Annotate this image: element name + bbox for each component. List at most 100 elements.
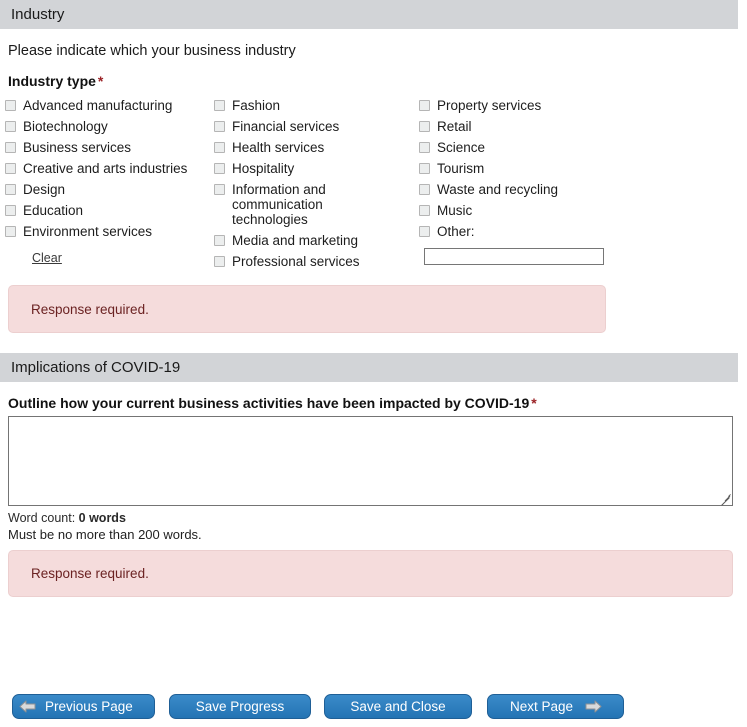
checkbox-hospitality[interactable] <box>214 163 225 174</box>
covid-impact-textarea[interactable] <box>8 416 733 506</box>
covid-textarea-wrapper <box>8 416 733 506</box>
previous-page-label: Previous Page <box>45 699 133 714</box>
checkbox-label: Business services <box>23 140 132 155</box>
error-message-industry-text: Response required. <box>31 301 149 317</box>
checkbox-row[interactable]: Biotechnology <box>5 119 214 134</box>
save-progress-button[interactable]: Save Progress <box>169 694 311 719</box>
checkbox-row[interactable]: Hospitality <box>214 161 419 176</box>
checkbox-label: Hospitality <box>232 161 295 176</box>
checkbox-row[interactable]: Design <box>5 182 214 197</box>
section-header-industry-title: Industry <box>11 6 65 23</box>
error-message-industry: Response required. <box>8 285 606 333</box>
checkbox-creative-and-arts-industries[interactable] <box>5 163 16 174</box>
industry-type-label: Industry type * <box>8 73 747 89</box>
word-count-label: Word count: <box>8 511 76 525</box>
checkbox-row[interactable]: Business services <box>5 140 214 155</box>
checkbox-row[interactable]: Property services <box>419 98 649 113</box>
next-page-button[interactable]: Next Page <box>487 694 624 719</box>
clear-link[interactable]: Clear <box>32 251 62 265</box>
checkbox-label: Information and communication technologi… <box>232 182 326 227</box>
error-message-covid-text: Response required. <box>31 566 149 581</box>
checkbox-label: Property services <box>437 98 542 113</box>
checkbox-row[interactable]: Retail <box>419 119 649 134</box>
industry-column-3: Property services Retail Science Tourism… <box>419 98 649 275</box>
checkbox-tourism[interactable] <box>419 163 430 174</box>
industry-type-label-text: Industry type <box>8 73 96 89</box>
required-asterisk: * <box>531 395 537 411</box>
checkbox-professional-services[interactable] <box>214 256 225 267</box>
save-progress-label: Save Progress <box>195 699 285 714</box>
checkbox-label: Advanced manufacturing <box>23 98 173 113</box>
checkbox-label: Science <box>437 140 486 155</box>
arrow-right-icon <box>585 699 602 714</box>
checkbox-label: Music <box>437 203 473 218</box>
checkbox-label: Professional services <box>232 254 360 269</box>
checkbox-row[interactable]: Professional services <box>214 254 419 269</box>
checkbox-education[interactable] <box>5 205 16 216</box>
checkbox-row[interactable]: Fashion <box>214 98 419 113</box>
checkbox-biotechnology[interactable] <box>5 121 16 132</box>
industry-column-1: Advanced manufacturing Biotechnology Bus… <box>5 98 214 275</box>
industry-prompt: Please indicate which your business indu… <box>8 43 296 59</box>
checkbox-row[interactable]: Science <box>419 140 649 155</box>
checkbox-label: Fashion <box>232 98 281 113</box>
checkbox-label: Tourism <box>437 161 485 176</box>
covid-question-text: Outline how your current business activi… <box>8 395 530 411</box>
checkbox-media-and-marketing[interactable] <box>214 235 225 246</box>
checkbox-label: Financial services <box>232 119 340 134</box>
error-message-covid: Response required. <box>8 550 733 597</box>
checkbox-information-and-communication-technologies[interactable] <box>214 184 225 195</box>
checkbox-label: Retail <box>437 119 472 134</box>
section-header-covid-title: Implications of COVID-19 <box>11 359 181 376</box>
checkbox-row[interactable]: Financial services <box>214 119 419 134</box>
arrow-left-icon <box>19 699 36 714</box>
checkbox-label: Creative and arts industries <box>23 161 188 176</box>
industry-checkbox-grid: Advanced manufacturing Biotechnology Bus… <box>0 98 747 275</box>
word-limit-note: Must be no more than 200 words. <box>8 527 202 542</box>
checkbox-waste-and-recycling[interactable] <box>419 184 430 195</box>
checkbox-label: Biotechnology <box>23 119 108 134</box>
checkbox-environment-services[interactable] <box>5 226 16 237</box>
checkbox-design[interactable] <box>5 184 16 195</box>
checkbox-row[interactable]: Other: <box>419 224 649 239</box>
navigation-button-bar: Previous Page Save Progress Save and Clo… <box>12 694 638 719</box>
next-page-label: Next Page <box>510 699 574 714</box>
checkbox-label: Environment services <box>23 224 153 239</box>
section-header-covid: Implications of COVID-19 <box>0 353 738 382</box>
industry-column-2: Fashion Financial services Health servic… <box>214 98 419 275</box>
previous-page-button[interactable]: Previous Page <box>12 694 155 719</box>
checkbox-advanced-manufacturing[interactable] <box>5 100 16 111</box>
checkbox-row[interactable]: Tourism <box>419 161 649 176</box>
checkbox-row[interactable]: Education <box>5 203 214 218</box>
checkbox-label: Education <box>23 203 84 218</box>
section-header-industry: Industry <box>0 0 738 29</box>
save-and-close-label: Save and Close <box>350 699 446 714</box>
checkbox-row[interactable]: Environment services <box>5 224 214 239</box>
checkbox-label: Media and marketing <box>232 233 359 248</box>
word-count-value: 0 words <box>78 511 126 525</box>
checkbox-label: Design <box>23 182 66 197</box>
other-industry-input[interactable] <box>424 248 604 265</box>
checkbox-row[interactable]: Information and communication technologi… <box>214 182 419 227</box>
word-count: Word count: 0 words <box>8 511 747 525</box>
checkbox-row[interactable]: Advanced manufacturing <box>5 98 214 113</box>
checkbox-label: Waste and recycling <box>437 182 559 197</box>
checkbox-row[interactable]: Music <box>419 203 649 218</box>
checkbox-financial-services[interactable] <box>214 121 225 132</box>
checkbox-other[interactable] <box>419 226 430 237</box>
checkbox-row[interactable]: Waste and recycling <box>419 182 649 197</box>
checkbox-science[interactable] <box>419 142 430 153</box>
checkbox-label: Health services <box>232 140 325 155</box>
checkbox-retail[interactable] <box>419 121 430 132</box>
save-and-close-button[interactable]: Save and Close <box>324 694 472 719</box>
checkbox-music[interactable] <box>419 205 430 216</box>
checkbox-business-services[interactable] <box>5 142 16 153</box>
checkbox-row[interactable]: Health services <box>214 140 419 155</box>
required-asterisk: * <box>97 73 104 89</box>
covid-question-label: Outline how your current business activi… <box>8 395 747 411</box>
checkbox-property-services[interactable] <box>419 100 430 111</box>
checkbox-health-services[interactable] <box>214 142 225 153</box>
checkbox-row[interactable]: Media and marketing <box>214 233 419 248</box>
checkbox-fashion[interactable] <box>214 100 225 111</box>
checkbox-row[interactable]: Creative and arts industries <box>5 161 214 176</box>
